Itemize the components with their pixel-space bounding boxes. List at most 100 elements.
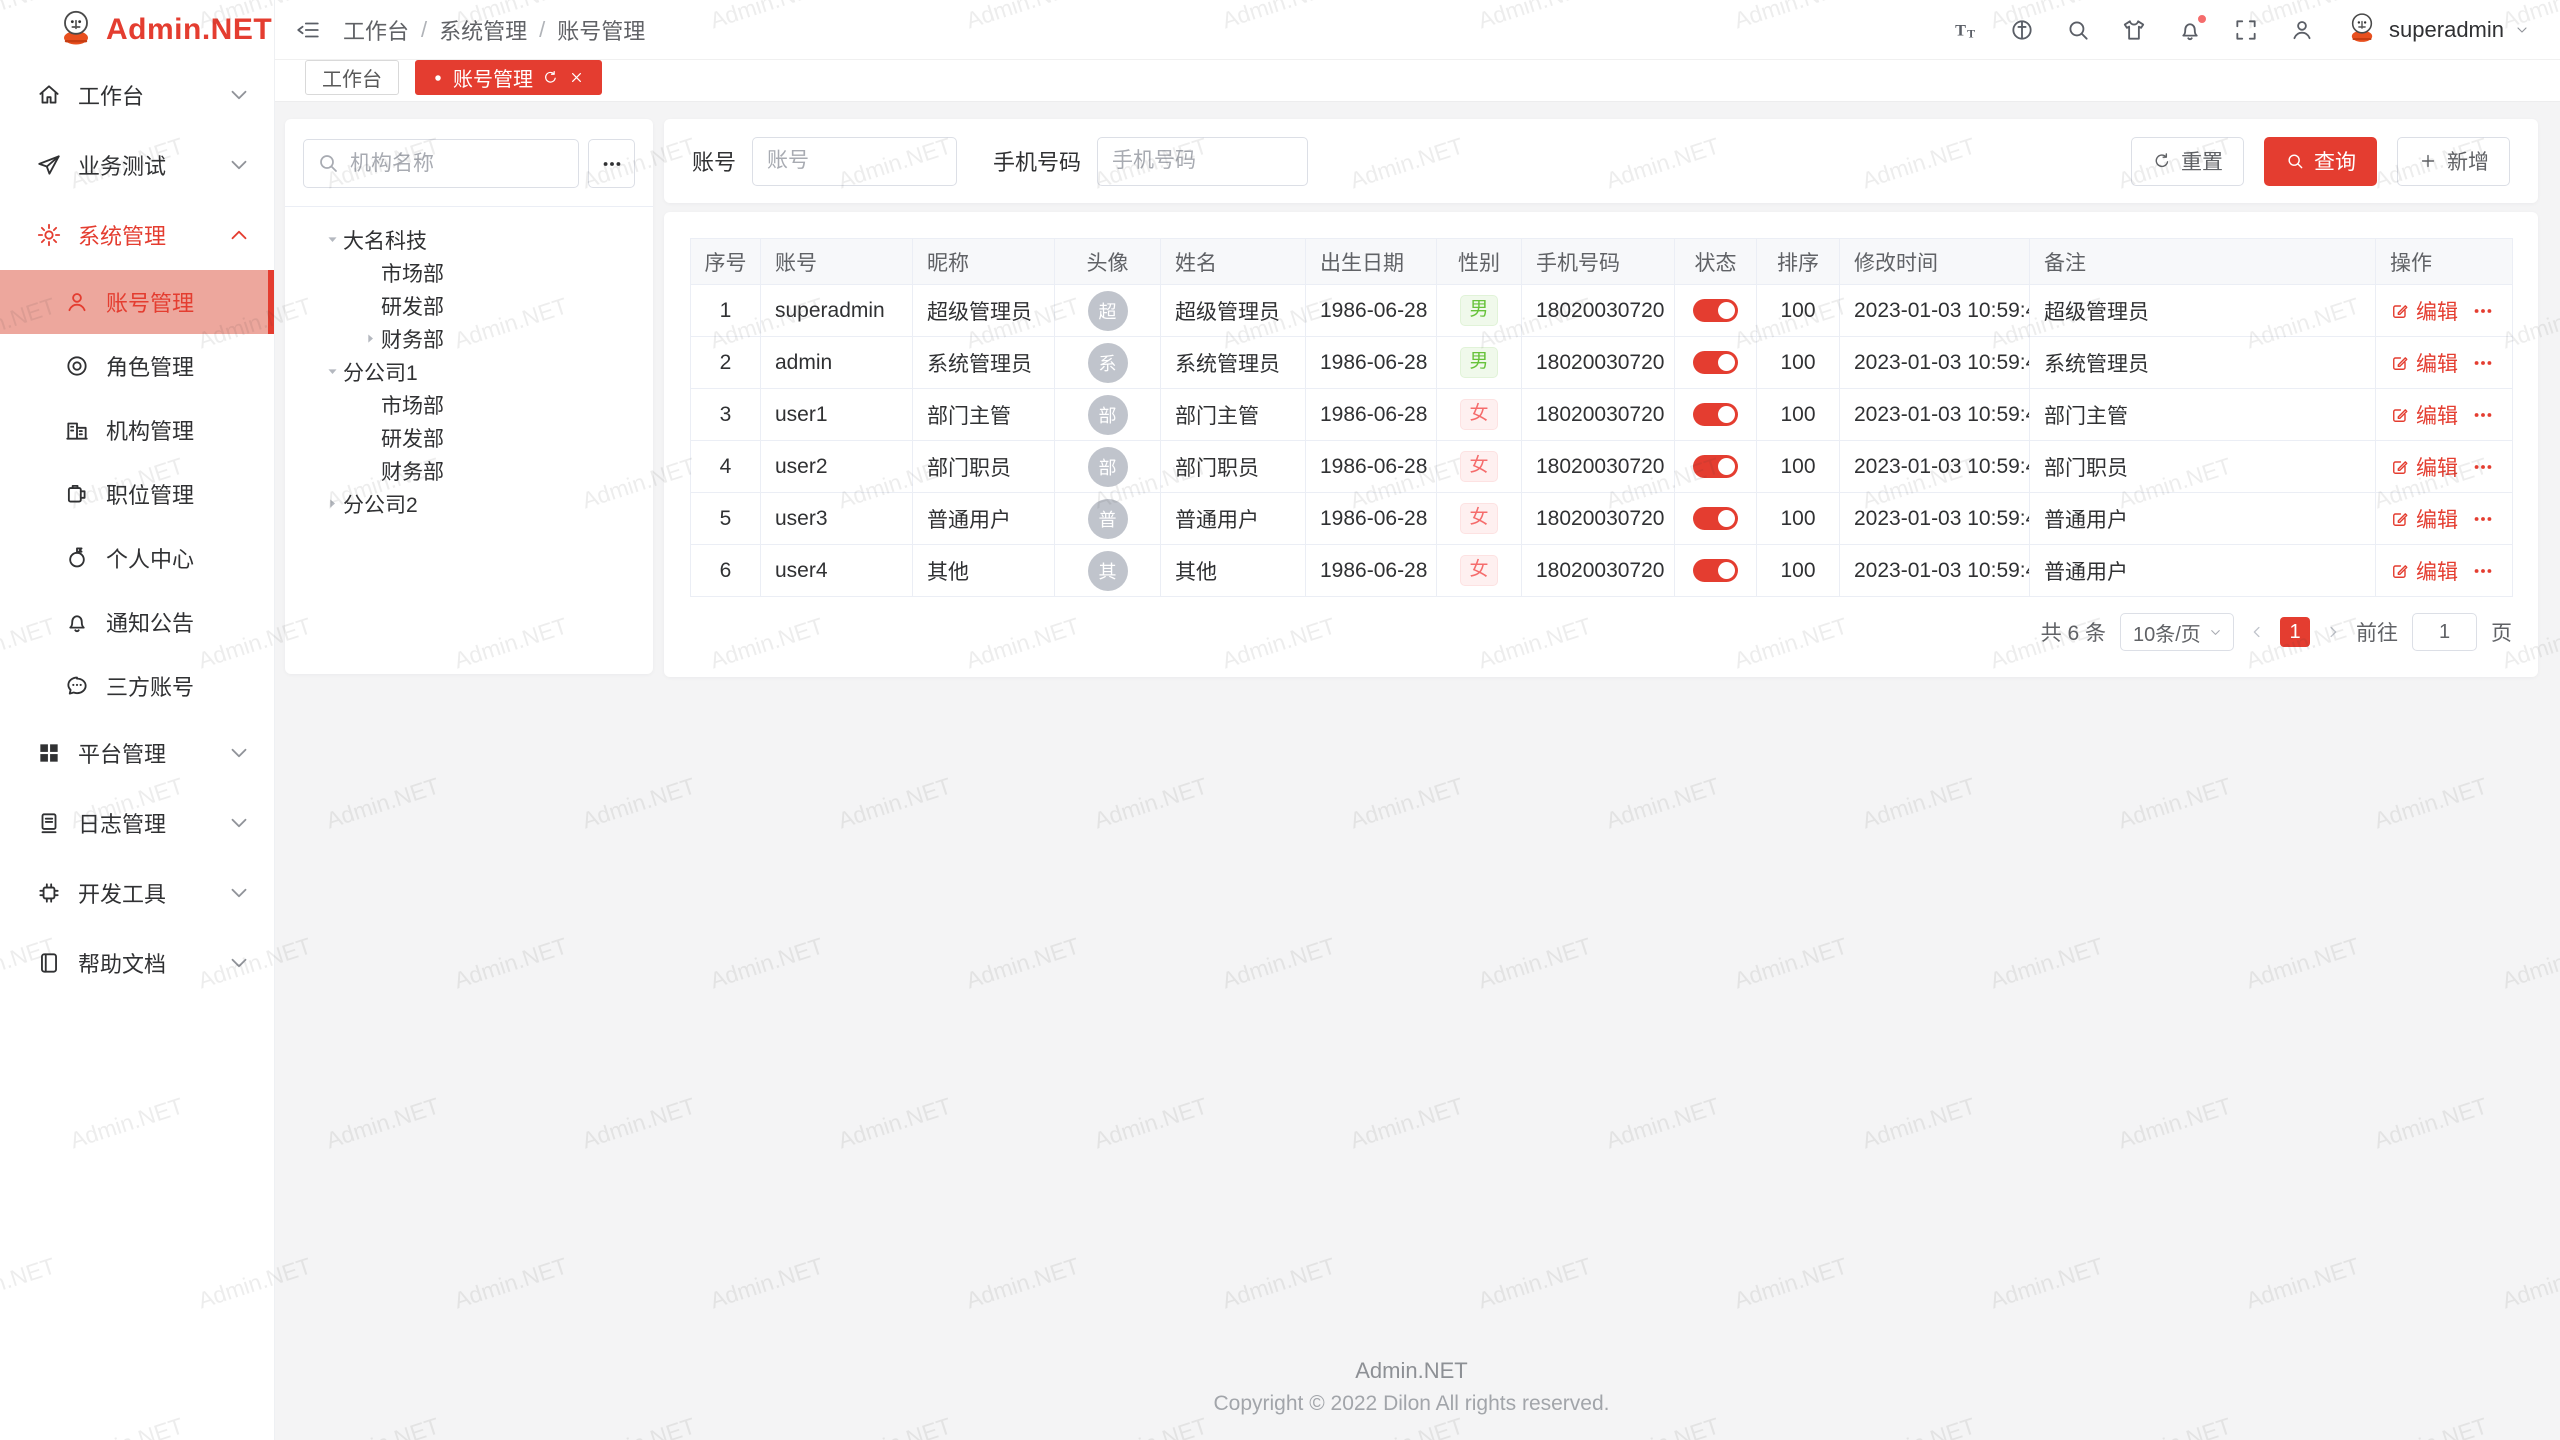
filter-bar: 账号 手机号码 重置 查询 xyxy=(664,119,2538,203)
row-index: 1 xyxy=(691,285,761,337)
birth-date-cell: 1986-06-28 xyxy=(1306,337,1437,389)
add-button[interactable]: 新增 xyxy=(2397,137,2510,186)
edit-button[interactable]: 编辑 xyxy=(2390,296,2458,326)
edit-button[interactable]: 编辑 xyxy=(2390,400,2458,430)
home-icon xyxy=(36,82,62,108)
status-toggle[interactable] xyxy=(1693,403,1738,426)
sidebar-item-role-mgmt[interactable]: 角色管理 xyxy=(0,334,274,398)
tree-node-财务部[interactable]: 财务部 xyxy=(295,454,643,487)
sort-cell: 100 xyxy=(1757,389,1840,441)
tree-node-财务部[interactable]: 财务部 xyxy=(295,322,643,355)
tree-node-市场部[interactable]: 市场部 xyxy=(295,256,643,289)
tree-node-研发部[interactable]: 研发部 xyxy=(295,421,643,454)
page-1-button[interactable]: 1 xyxy=(2280,617,2310,647)
row-more-button[interactable] xyxy=(2472,352,2494,374)
row-more-button[interactable] xyxy=(2472,456,2494,478)
role-icon xyxy=(64,353,90,379)
sidebar-item-workbench[interactable]: 工作台 xyxy=(0,60,274,130)
tree-node-label: 分公司2 xyxy=(343,489,418,519)
collapse-menu-icon[interactable] xyxy=(295,17,321,43)
gender-cell: 男 xyxy=(1437,285,1522,337)
caret-right-icon[interactable] xyxy=(359,328,381,350)
goto-page-input[interactable] xyxy=(2412,613,2477,651)
sidebar-item-help-docs[interactable]: 帮助文档 xyxy=(0,928,274,998)
status-toggle[interactable] xyxy=(1693,455,1738,478)
column-header: 修改时间 xyxy=(1840,239,2030,285)
tab-refresh-icon[interactable] xyxy=(542,69,559,86)
search-icon[interactable] xyxy=(2065,17,2091,43)
tree-node-分公司1[interactable]: 分公司1 xyxy=(295,355,643,388)
avatar-cell: 其 xyxy=(1055,545,1161,597)
tree-more-button[interactable] xyxy=(588,139,635,188)
sidebar-item-platform-mgmt[interactable]: 平台管理 xyxy=(0,718,274,788)
font-size-icon[interactable]: TT xyxy=(1953,17,1979,43)
breadcrumb: 工作台 / 系统管理 / 账号管理 xyxy=(343,14,645,46)
accounts-table-card: 序号账号昵称头像姓名出生日期性别手机号码状态排序修改时间备注操作 1supera… xyxy=(664,212,2538,677)
profile-icon[interactable] xyxy=(2289,17,2315,43)
sidebar-item-third-party-account[interactable]: 三方账号 xyxy=(0,654,274,718)
sidebar-item-account-mgmt[interactable]: 账号管理 xyxy=(0,270,274,334)
language-icon[interactable] xyxy=(2009,17,2035,43)
notification-icon[interactable] xyxy=(2177,17,2203,43)
sidebar-item-label: 日志管理 xyxy=(78,807,226,839)
page-size-select[interactable]: 10条/页 xyxy=(2120,613,2234,651)
org-name-search-input[interactable] xyxy=(303,139,579,188)
tabbar: 工作台 账号管理 xyxy=(275,60,2560,102)
status-toggle[interactable] xyxy=(1693,299,1738,322)
app-logo[interactable]: Admin.NET xyxy=(0,0,274,60)
sidebar-menu: 工作台业务测试系统管理账号管理角色管理机构管理职位管理个人中心通知公告三方账号平… xyxy=(0,60,274,1440)
caret-spacer xyxy=(359,460,381,482)
sidebar-item-org-mgmt[interactable]: 机构管理 xyxy=(0,398,274,462)
tree-node-大名科技[interactable]: 大名科技 xyxy=(295,223,643,256)
status-toggle[interactable] xyxy=(1693,507,1738,530)
fullscreen-icon[interactable] xyxy=(2233,17,2259,43)
tree-node-研发部[interactable]: 研发部 xyxy=(295,289,643,322)
sidebar-item-notice[interactable]: 通知公告 xyxy=(0,590,274,654)
row-more-button[interactable] xyxy=(2472,560,2494,582)
status-toggle[interactable] xyxy=(1693,559,1738,582)
tree-node-市场部[interactable]: 市场部 xyxy=(295,388,643,421)
edit-button[interactable]: 编辑 xyxy=(2390,348,2458,378)
sidebar-item-system-mgmt[interactable]: 系统管理 xyxy=(0,200,274,270)
tab-close-icon[interactable] xyxy=(568,69,585,86)
breadcrumb-item-account-mgmt[interactable]: 账号管理 xyxy=(557,14,645,46)
row-more-button[interactable] xyxy=(2472,508,2494,530)
sidebar-item-position-mgmt[interactable]: 职位管理 xyxy=(0,462,274,526)
reset-button[interactable]: 重置 xyxy=(2131,137,2244,186)
sidebar-item-log-mgmt[interactable]: 日志管理 xyxy=(0,788,274,858)
breadcrumb-item-workbench[interactable]: 工作台 xyxy=(343,14,409,46)
avatar: 部 xyxy=(1088,395,1128,435)
phone-filter-input[interactable] xyxy=(1097,137,1308,186)
edit-button[interactable]: 编辑 xyxy=(2390,556,2458,586)
sidebar-item-label: 平台管理 xyxy=(78,737,226,769)
edit-button[interactable]: 编辑 xyxy=(2390,452,2458,482)
query-button[interactable]: 查询 xyxy=(2264,137,2377,186)
edit-button[interactable]: 编辑 xyxy=(2390,504,2458,534)
avatar-cell: 普 xyxy=(1055,493,1161,545)
row-more-button[interactable] xyxy=(2472,404,2494,426)
edit-label: 编辑 xyxy=(2416,452,2458,482)
avatar: 部 xyxy=(1088,447,1128,487)
caret-down-icon[interactable] xyxy=(321,361,343,383)
pagination: 共 6 条 10条/页 1 前往 页 xyxy=(690,613,2512,651)
chevron-down-icon xyxy=(226,740,252,766)
user-menu[interactable]: superadmin xyxy=(2345,10,2530,50)
theme-icon[interactable] xyxy=(2121,17,2147,43)
breadcrumb-item-system-mgmt[interactable]: 系统管理 xyxy=(439,14,527,46)
sidebar-item-personal-center[interactable]: 个人中心 xyxy=(0,526,274,590)
prev-page-button[interactable] xyxy=(2248,623,2266,641)
account-filter-input[interactable] xyxy=(752,137,957,186)
tab-workbench[interactable]: 工作台 xyxy=(305,60,399,95)
sidebar-item-dev-tools[interactable]: 开发工具 xyxy=(0,858,274,928)
row-more-button[interactable] xyxy=(2472,300,2494,322)
tree-node-分公司2[interactable]: 分公司2 xyxy=(295,487,643,520)
caret-right-icon[interactable] xyxy=(321,493,343,515)
caret-down-icon[interactable] xyxy=(321,229,343,251)
next-page-button[interactable] xyxy=(2324,623,2342,641)
sidebar-item-business-test[interactable]: 业务测试 xyxy=(0,130,274,200)
sort-cell: 100 xyxy=(1757,441,1840,493)
status-cell xyxy=(1675,441,1757,493)
caret-spacer xyxy=(359,427,381,449)
status-toggle[interactable] xyxy=(1693,351,1738,374)
tab-account-mgmt[interactable]: 账号管理 xyxy=(415,60,602,95)
